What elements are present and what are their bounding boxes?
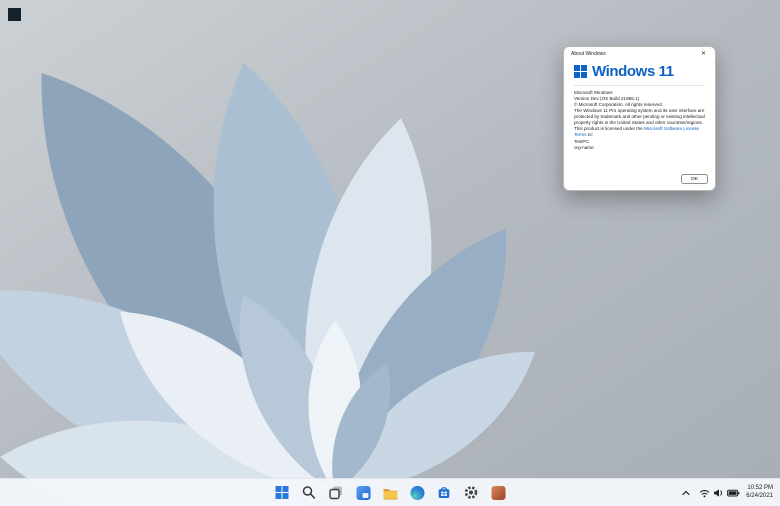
wifi-icon xyxy=(699,488,710,498)
dialog-body: Windows 11 Microsoft Windows Version Dev… xyxy=(564,63,715,157)
start-button[interactable] xyxy=(272,482,293,503)
task-view-icon xyxy=(329,485,344,500)
license-post-text: to: xyxy=(587,132,593,137)
settings-gear-icon xyxy=(464,485,479,500)
task-view-button[interactable] xyxy=(326,482,347,503)
dialog-title: About Windows xyxy=(571,51,606,57)
clock[interactable]: 10:52 PM 6/24/2021 xyxy=(746,485,776,499)
widgets-button[interactable] xyxy=(353,482,374,503)
file-explorer-button[interactable] xyxy=(380,482,401,503)
divider xyxy=(574,85,705,86)
close-icon[interactable]: ✕ xyxy=(698,50,709,58)
widgets-icon xyxy=(356,486,370,500)
desktop: About Windows ✕ Windows 11 Microsoft Win… xyxy=(0,0,780,506)
taskbar: 10:52 PM 6/24/2021 xyxy=(0,478,780,506)
chevron-up-icon xyxy=(681,488,691,498)
dialog-titlebar: About Windows ✕ xyxy=(564,47,715,60)
hidden-icons-button[interactable] xyxy=(679,482,693,503)
windows-logo-text: Windows 11 xyxy=(592,63,674,80)
system-tray: 10:52 PM 6/24/2021 xyxy=(679,479,776,506)
license-pre-text: This product is licensed under the xyxy=(574,126,644,131)
legal-paragraph: The Windows 11 Pro operating system and … xyxy=(574,108,705,126)
edge-button[interactable] xyxy=(407,482,428,503)
license-paragraph: This product is licensed under the Micro… xyxy=(574,126,705,138)
search-button[interactable] xyxy=(299,482,320,503)
clock-time: 10:52 PM xyxy=(746,485,773,492)
search-icon xyxy=(302,485,317,500)
start-icon xyxy=(276,486,289,499)
ok-button[interactable]: OK xyxy=(681,174,708,184)
microsoft-store-button[interactable] xyxy=(434,482,455,503)
taskbar-center-icons xyxy=(272,479,509,506)
tray-status-icons[interactable] xyxy=(699,488,740,498)
settings-button[interactable] xyxy=(461,482,482,503)
clock-date: 6/24/2021 xyxy=(746,493,773,500)
about-windows-dialog: About Windows ✕ Windows 11 Microsoft Win… xyxy=(563,46,716,191)
pinned-app-icon xyxy=(491,486,505,500)
dark-square-artifact xyxy=(8,8,21,21)
file-explorer-icon xyxy=(382,486,398,500)
battery-icon xyxy=(727,488,740,498)
windows-11-logo: Windows 11 xyxy=(574,63,705,80)
volume-icon xyxy=(713,488,724,498)
windows-logo-icon xyxy=(574,65,587,78)
microsoft-store-icon xyxy=(437,485,452,500)
edge-icon xyxy=(410,486,424,500)
pinned-app-button[interactable] xyxy=(488,482,509,503)
licensee-organization: org-name xyxy=(574,145,705,151)
